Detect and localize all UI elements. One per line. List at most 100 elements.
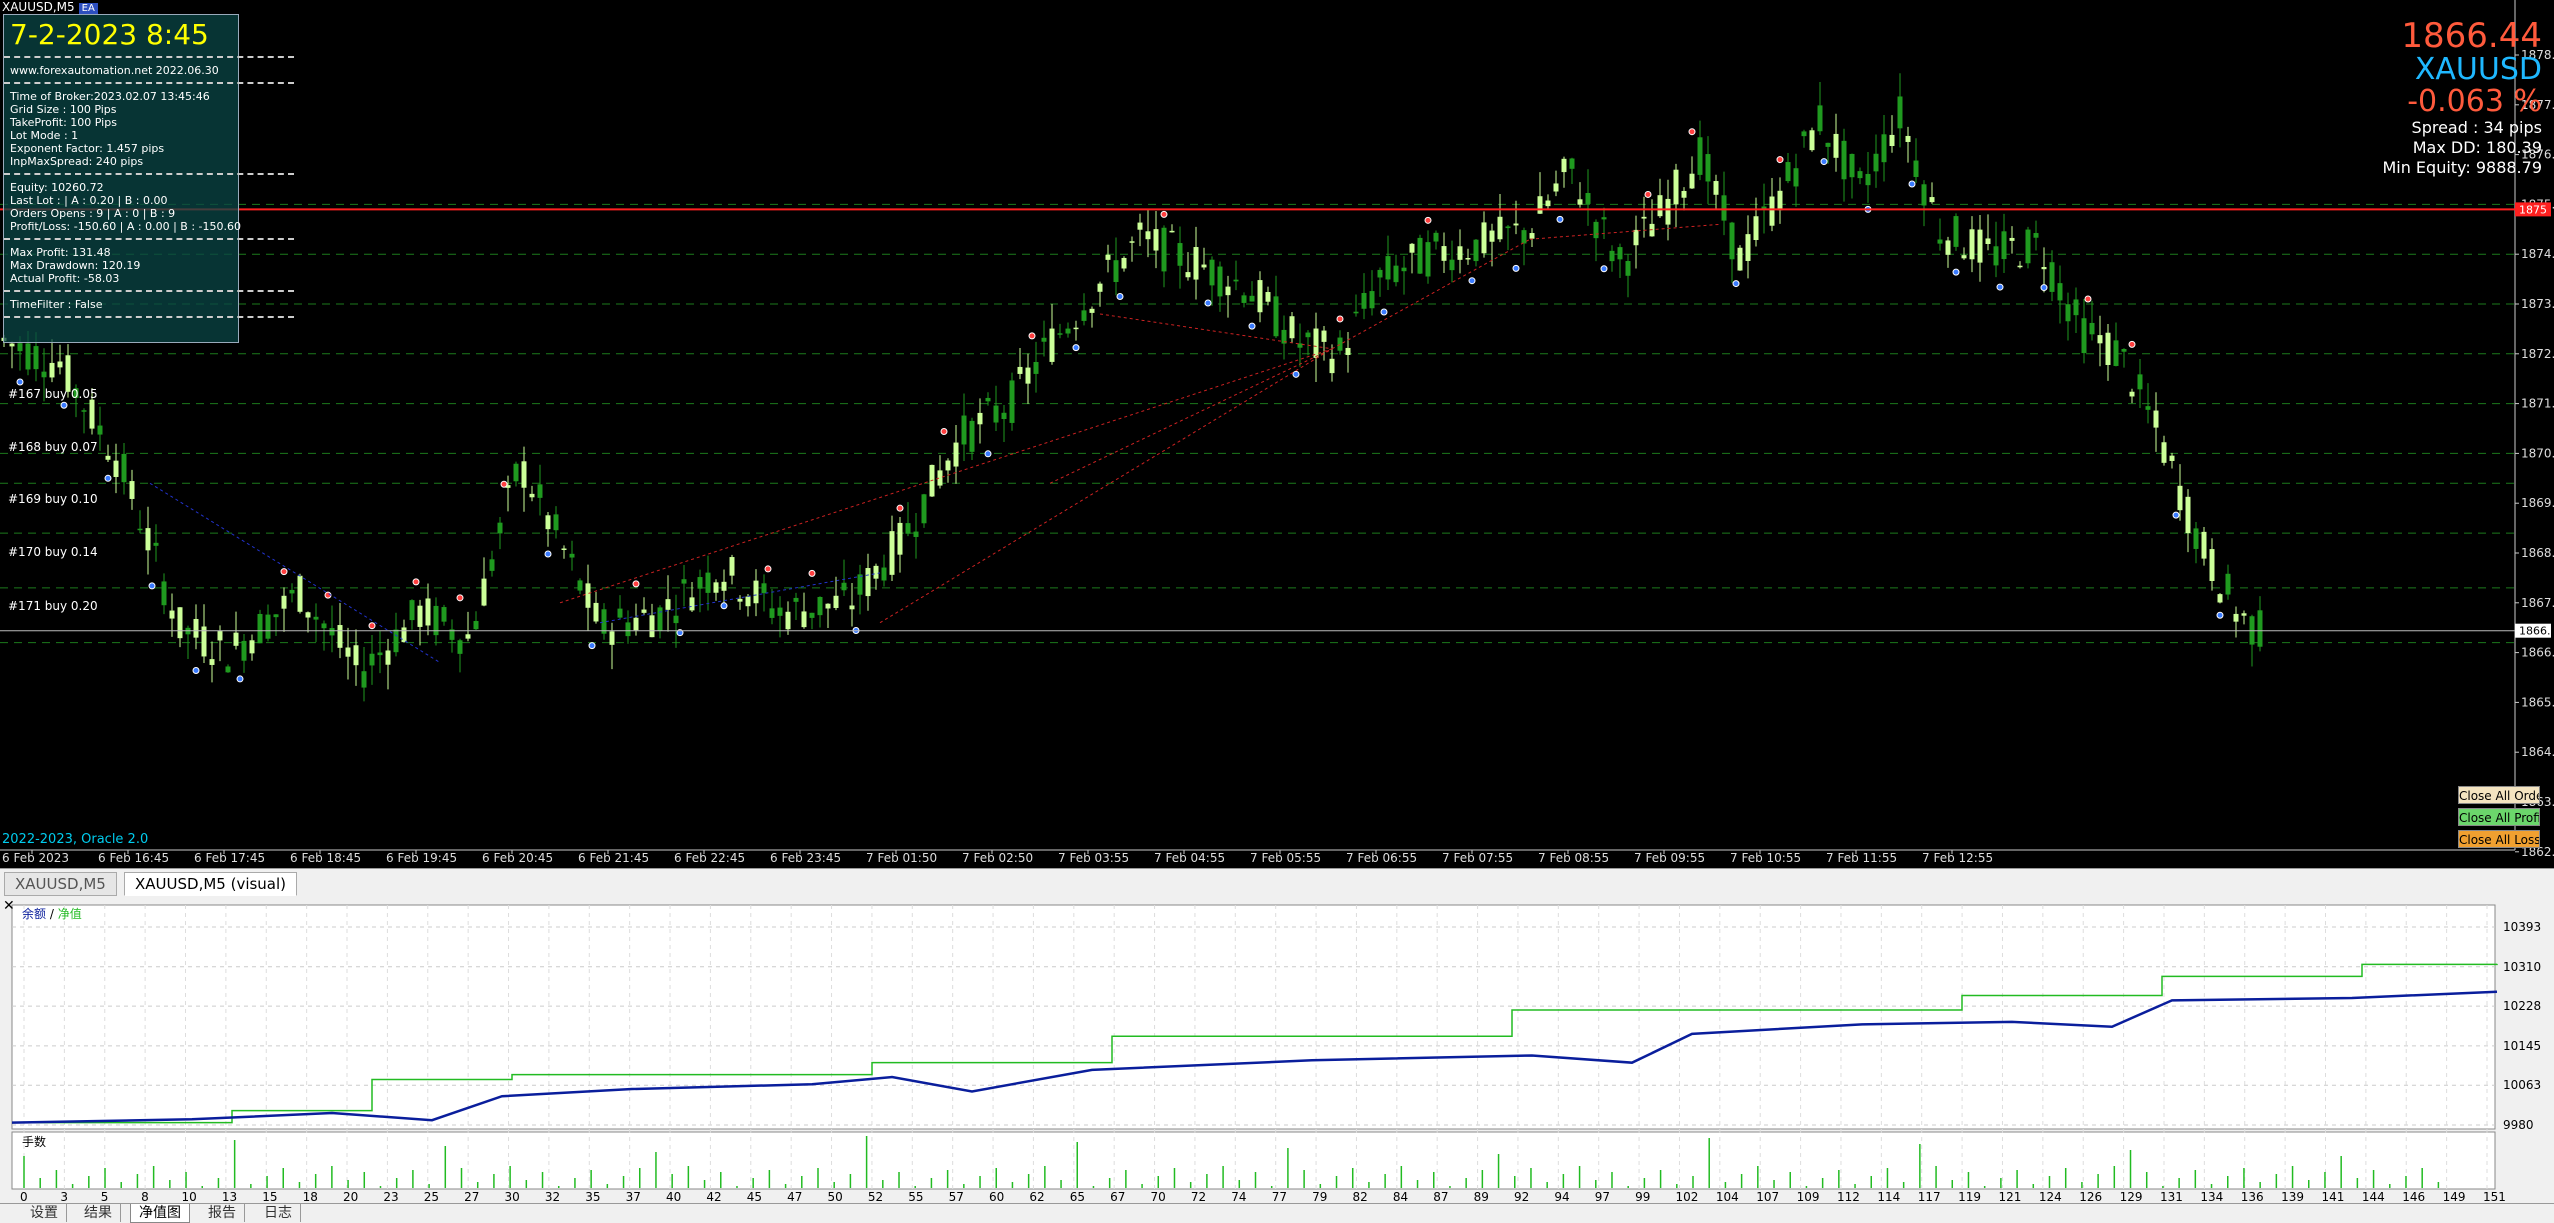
candle-body [2177,485,2183,511]
tab-xauusd-m5-visual[interactable]: XAUUSD,M5 (visual) [124,872,298,896]
tab-report[interactable]: 报告 [200,1204,245,1222]
sell-marker [1424,216,1432,224]
tab-journal[interactable]: 日志 [256,1204,301,1222]
sell-marker [896,504,904,512]
candle-body [1609,250,1615,262]
order-link [1099,313,1333,350]
candle-body [2129,391,2135,397]
candle-body [241,640,247,661]
equity-x-label: 32 [545,1190,560,1203]
candle-body [57,361,63,368]
candle-body [17,343,23,352]
tab-xauusd-m5[interactable]: XAUUSD,M5 [4,872,117,896]
equity-x-label: 55 [908,1190,923,1203]
info-divider [4,173,294,175]
buy-marker [1248,322,1256,330]
candle-body [921,494,927,524]
candle-body [1225,286,1231,296]
candle-body [489,559,495,571]
time-tick-label: 6 Feb 2023 [2,851,69,865]
candle-body [409,600,415,621]
candle-body [313,616,319,620]
candle-body [993,405,999,423]
candle-body [1033,362,1039,374]
order-label: #170 buy 0.14 [8,545,98,559]
sell-marker [412,578,420,586]
equity-x-label: 57 [949,1190,964,1203]
candle-body [1529,233,1535,239]
candle-body [1025,367,1031,384]
equity-x-label: 40 [666,1190,681,1203]
equity-x-label: 134 [2200,1190,2223,1203]
equity-x-label: 92 [1514,1190,1529,1203]
candle-body [1977,229,1983,263]
candle-body [2081,318,2087,354]
candle-body [2153,410,2159,428]
equity-x-label: 104 [1716,1190,1739,1203]
candle-body [1201,264,1207,268]
candle-body [1193,247,1199,280]
tab-results[interactable]: 结果 [76,1204,121,1222]
tab-settings[interactable]: 设置 [22,1204,67,1222]
order-link [879,348,1333,624]
candle-body [121,453,127,483]
candle-body [1169,230,1175,233]
candle-body [953,442,959,467]
candle-body [593,602,599,622]
buy-marker [1556,215,1564,223]
equity-x-label: 45 [747,1190,762,1203]
close-icon[interactable]: ✕ [3,898,15,914]
time-tick-label: 7 Feb 03:55 [1058,851,1129,865]
candle-body [1585,193,1591,204]
candle-body [697,577,703,589]
candle-body [1633,229,1639,246]
candle-body [2049,262,2055,292]
buy-marker [1512,264,1520,272]
time-tick-label: 6 Feb 21:45 [578,851,649,865]
close-all-orders-button[interactable]: Close All Orders [2458,786,2540,804]
candle-body [665,599,671,610]
price-chart-canvas[interactable]: 1878.1877.1876.1875.1874.1873.1872.1871.… [0,0,2554,867]
candle-body [2017,265,2023,268]
candle-body [2033,233,2039,238]
candle-body [1457,246,1463,260]
equity-x-label: 20 [343,1190,358,1203]
equity-x-label: 77 [1272,1190,1287,1203]
equity-x-label: 94 [1554,1190,1569,1203]
candle-body [353,645,359,666]
close-all-losses-button[interactable]: Close All Losses [2458,830,2540,848]
candle-body [553,514,559,531]
info-line: Equity: 10260.72 [10,181,104,194]
candle-body [889,531,895,575]
max-dd-value: Max DD: 180.39 [2412,138,2542,157]
candle-body [641,609,647,613]
equity-x-label: 5 [101,1190,109,1203]
sell-marker [1160,210,1168,218]
candle-body [1641,216,1647,219]
candle-body [193,618,199,638]
candle-body [1481,222,1487,254]
buy-marker [148,582,156,590]
candle-body [1385,256,1391,280]
tab-equity-graph[interactable]: 净值图 [130,1204,190,1223]
equity-x-label: 37 [626,1190,641,1203]
sell-marker [1688,128,1696,136]
candle-body [1369,291,1375,309]
candle-body [2169,455,2175,461]
price-chart-window[interactable]: 1878.1877.1876.1875.1874.1873.1872.1871.… [0,0,2554,867]
buy-marker [2216,611,2224,619]
candle-body [297,575,303,612]
equity-x-label: 97 [1595,1190,1610,1203]
candle-body [1849,153,1855,178]
candle-body [1329,358,1335,374]
sell-marker [940,427,948,435]
close-all-profit-button[interactable]: Close All Profit [2458,808,2540,826]
candle-body [1601,217,1607,220]
spread-value: Spread : 34 pips [2411,118,2542,137]
candle-body [1673,169,1679,205]
order-label: #167 buy 0.05 [8,387,98,401]
candle-body [585,583,591,608]
candle-body [1209,259,1215,286]
candle-body [961,415,967,445]
candle-body [1313,328,1319,358]
